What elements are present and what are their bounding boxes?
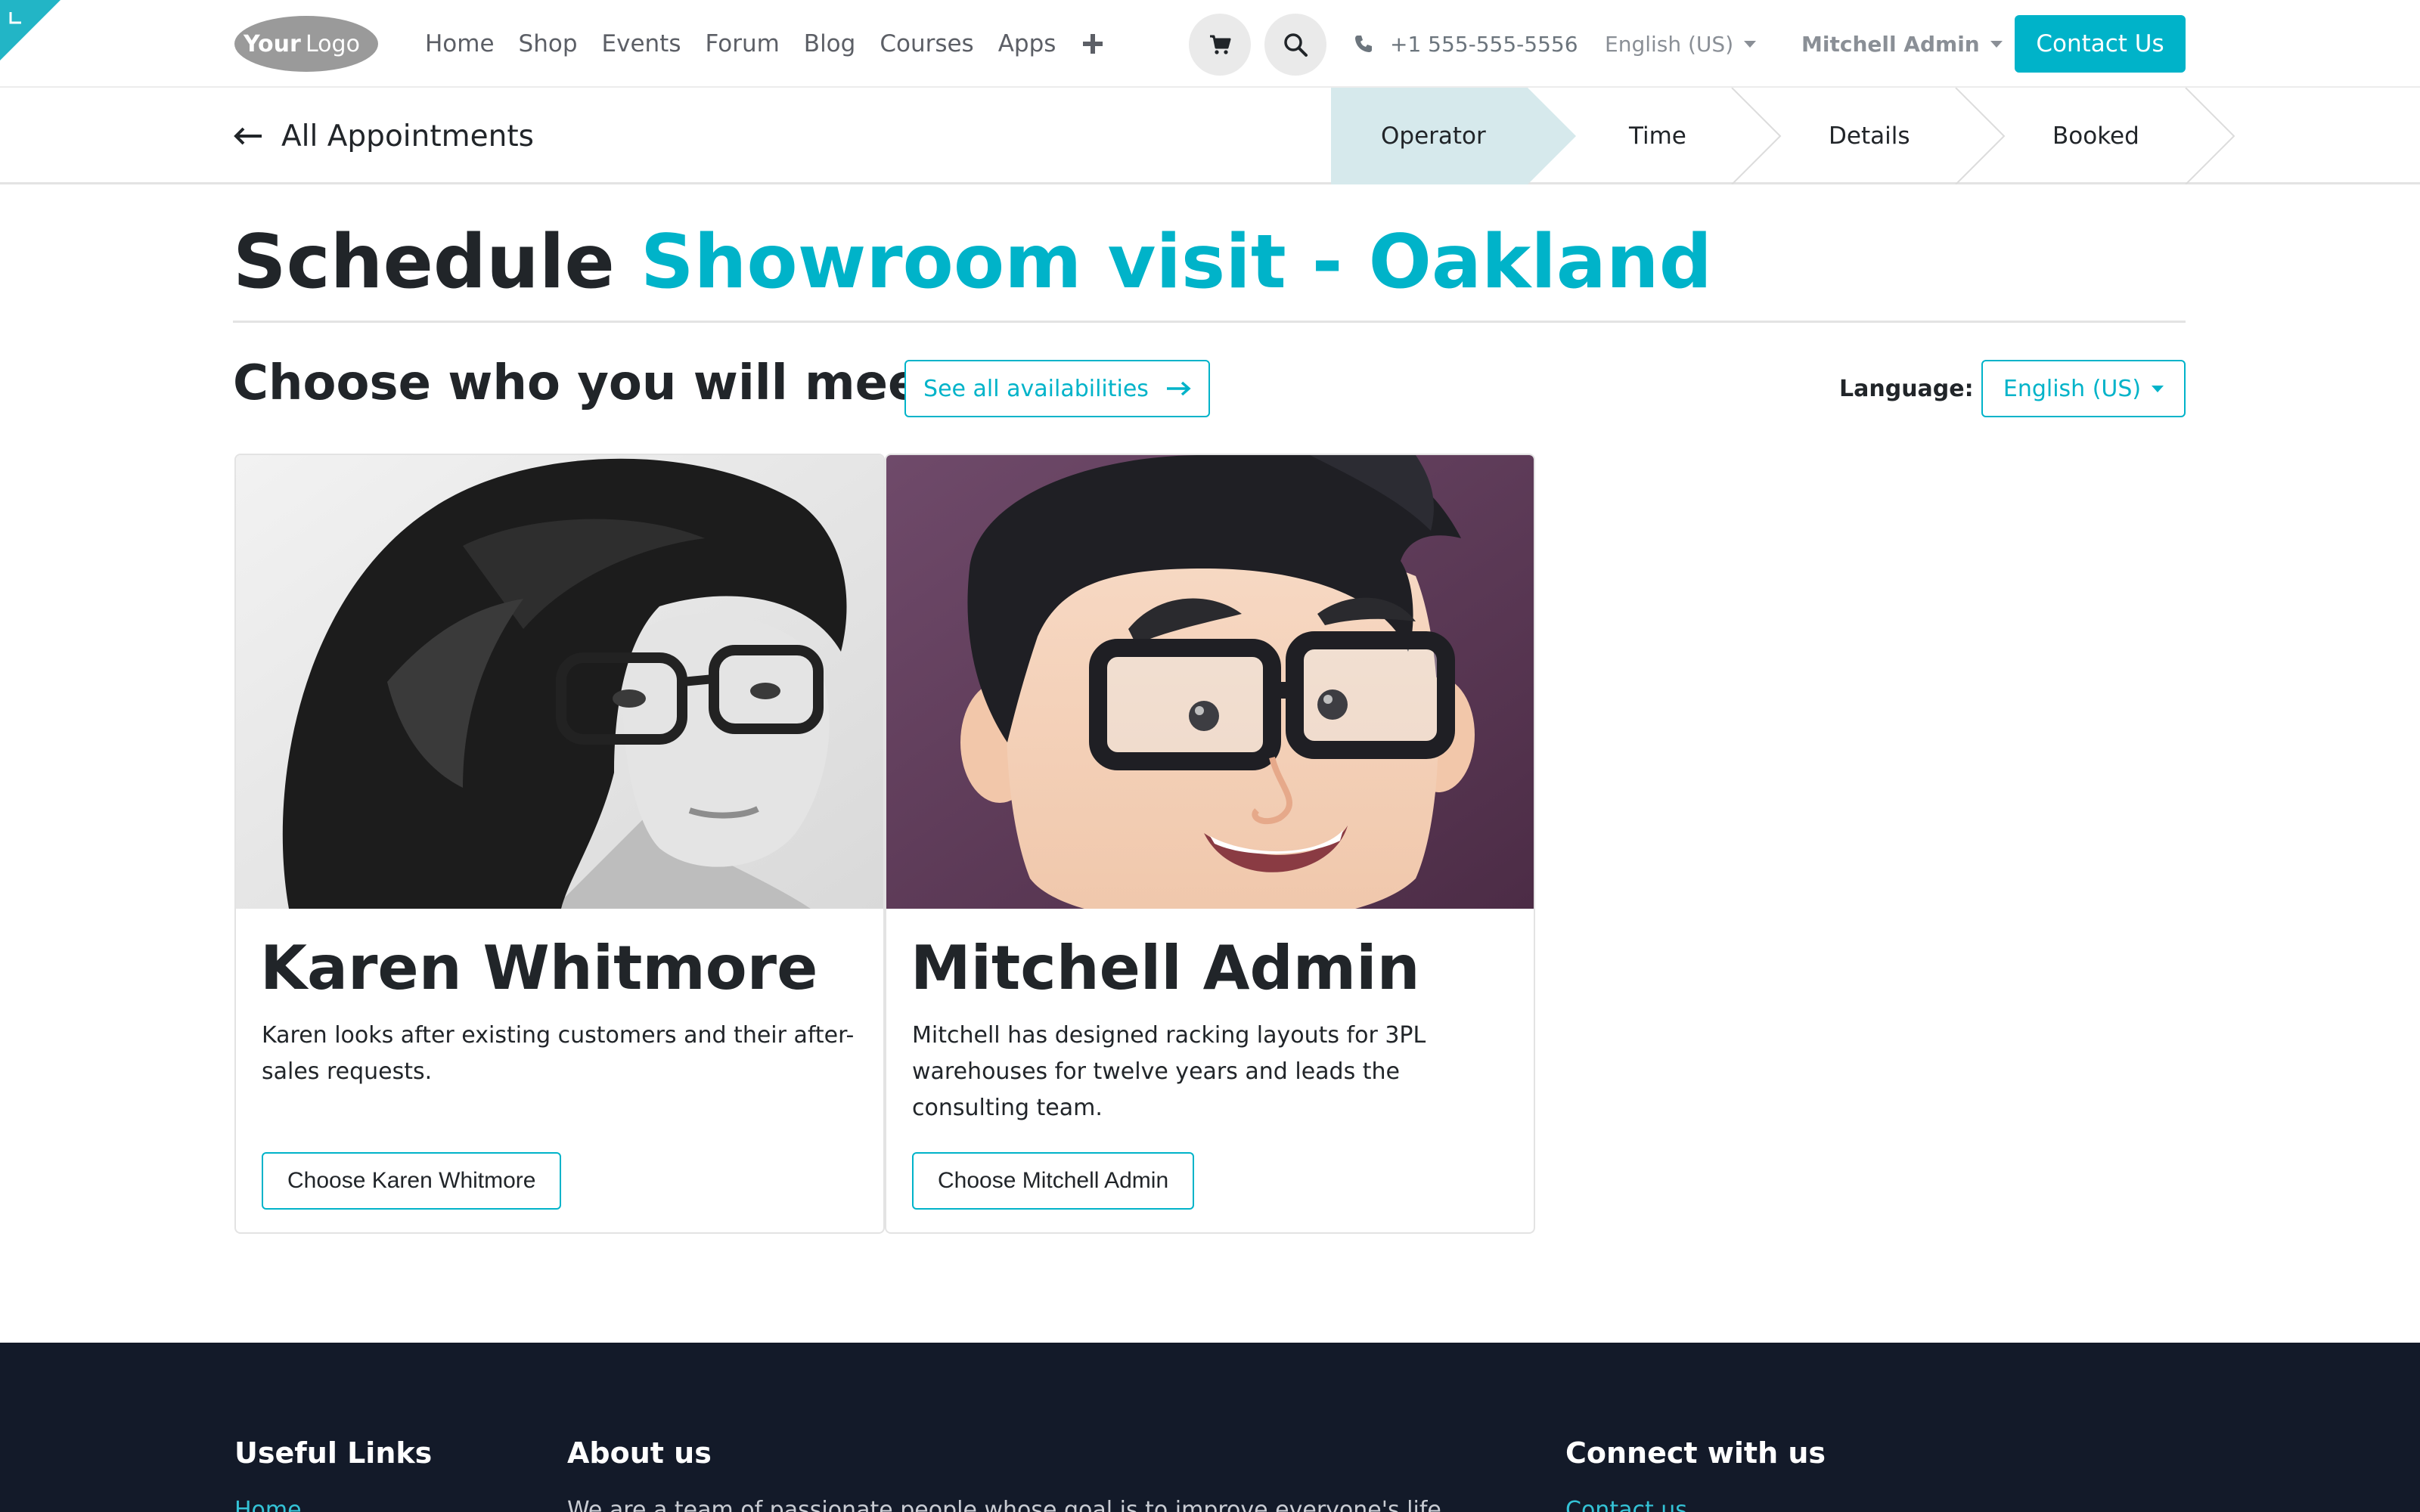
nav-blog[interactable]: Blog: [804, 30, 856, 57]
phone-icon: [1355, 36, 1372, 52]
operator-description: Karen looks after existing customers and…: [262, 1022, 855, 1085]
appointment-progress-bar: All Appointments Operator Time Details B…: [0, 88, 2420, 184]
step-details: Details: [1829, 122, 1910, 150]
title-divider: [233, 321, 2186, 323]
site-footer: [0, 1343, 2420, 1512]
step-operator[interactable]: Operator: [1381, 88, 1486, 184]
company-logo[interactable]: Your Logo: [233, 15, 380, 73]
see-all-availabilities-button[interactable]: See all availabilities: [904, 360, 1210, 417]
footer-connect-heading: Connect with us: [1565, 1436, 1826, 1470]
chevron-down-icon: [1990, 40, 2003, 48]
cart-icon: [1210, 35, 1231, 54]
operator-card[interactable]: Mitchell Admin Mitchell has designed rac…: [885, 454, 1535, 1234]
nav-home[interactable]: Home: [425, 30, 495, 57]
nav-forum[interactable]: Forum: [706, 30, 780, 57]
phone-number: +1 555-555-5556: [1390, 31, 1578, 57]
nav-courses[interactable]: Courses: [880, 30, 973, 57]
footer-about-heading: About us: [567, 1436, 712, 1470]
nav-apps[interactable]: Apps: [998, 30, 1056, 57]
top-navbar: Your Logo Home Shop Events Forum Blog Co…: [0, 0, 2420, 88]
page-title: Schedule Showroom visit - Oakland: [233, 219, 1712, 305]
arrow-left-icon: [234, 127, 262, 145]
step-booked: Booked: [2052, 122, 2139, 150]
chevron-down-icon: [2152, 385, 2164, 392]
operator-description: Mitchell has designed racking layouts fo…: [912, 1022, 1426, 1121]
plus-icon[interactable]: [1081, 33, 1104, 55]
search-button[interactable]: [1264, 14, 1326, 76]
arrow-right-icon: [1166, 381, 1191, 396]
language-select[interactable]: English (US): [1981, 360, 2186, 417]
footer-contact-label: Contact us: [1565, 1497, 1687, 1512]
nav-shop[interactable]: Shop: [519, 30, 578, 57]
operator-card[interactable]: Karen Whitmore Karen looks after existin…: [234, 454, 885, 1234]
user-name: Mitchell Admin: [1801, 31, 1980, 57]
all-appointments-link[interactable]: All Appointments: [233, 88, 534, 184]
footer-useful-links-heading: Useful Links: [234, 1436, 433, 1470]
search-icon: [1284, 33, 1308, 57]
nav-events[interactable]: Events: [602, 30, 681, 57]
title-prefix: Schedule: [233, 219, 615, 305]
contact-us-button[interactable]: Contact Us: [2015, 15, 2186, 73]
operator-name: Karen Whitmore: [260, 933, 818, 1003]
back-label: All Appointments: [281, 119, 534, 153]
choose-operator-heading: Choose who you will meet or: [233, 355, 1018, 411]
choose-mitchell-button[interactable]: Choose Mitchell Admin: [912, 1152, 1195, 1210]
step-time: Time: [1629, 122, 1686, 150]
main-nav: Home Shop Events Forum Blog Courses Apps: [425, 0, 1104, 88]
operator-name: Mitchell Admin: [911, 933, 1420, 1003]
cart-button[interactable]: [1189, 14, 1251, 76]
phone-contact[interactable]: +1 555-555-5556: [1354, 0, 1578, 88]
language-select-value: English (US): [2003, 375, 2142, 402]
choose-karen-button[interactable]: Choose Karen Whitmore: [262, 1152, 562, 1210]
footer-about-text: We are a team of passionate people whose…: [567, 1497, 1441, 1512]
chevron-down-icon: [1744, 40, 1757, 48]
language-label: Language:: [1839, 375, 1974, 402]
availabilities-label: See all availabilities: [923, 375, 1149, 402]
karen-photo: [236, 455, 883, 909]
svg-text:Your: Your: [243, 31, 301, 57]
svg-text:Logo: Logo: [306, 31, 360, 57]
footer-link-label: Home: [234, 1497, 302, 1512]
footer-contact-link[interactable]: Contact us: [1565, 1497, 1687, 1512]
mitchell-avatar: [886, 455, 1534, 909]
user-menu[interactable]: Mitchell Admin: [1801, 0, 2003, 88]
edit-corner-ribbon[interactable]: [0, 0, 60, 60]
title-appointment-type: Showroom visit - Oakland: [641, 219, 1712, 305]
footer-link-home[interactable]: Home: [234, 1497, 302, 1512]
language-selected: English (US): [1605, 31, 1734, 57]
language-dropdown[interactable]: English (US): [1605, 0, 1757, 88]
